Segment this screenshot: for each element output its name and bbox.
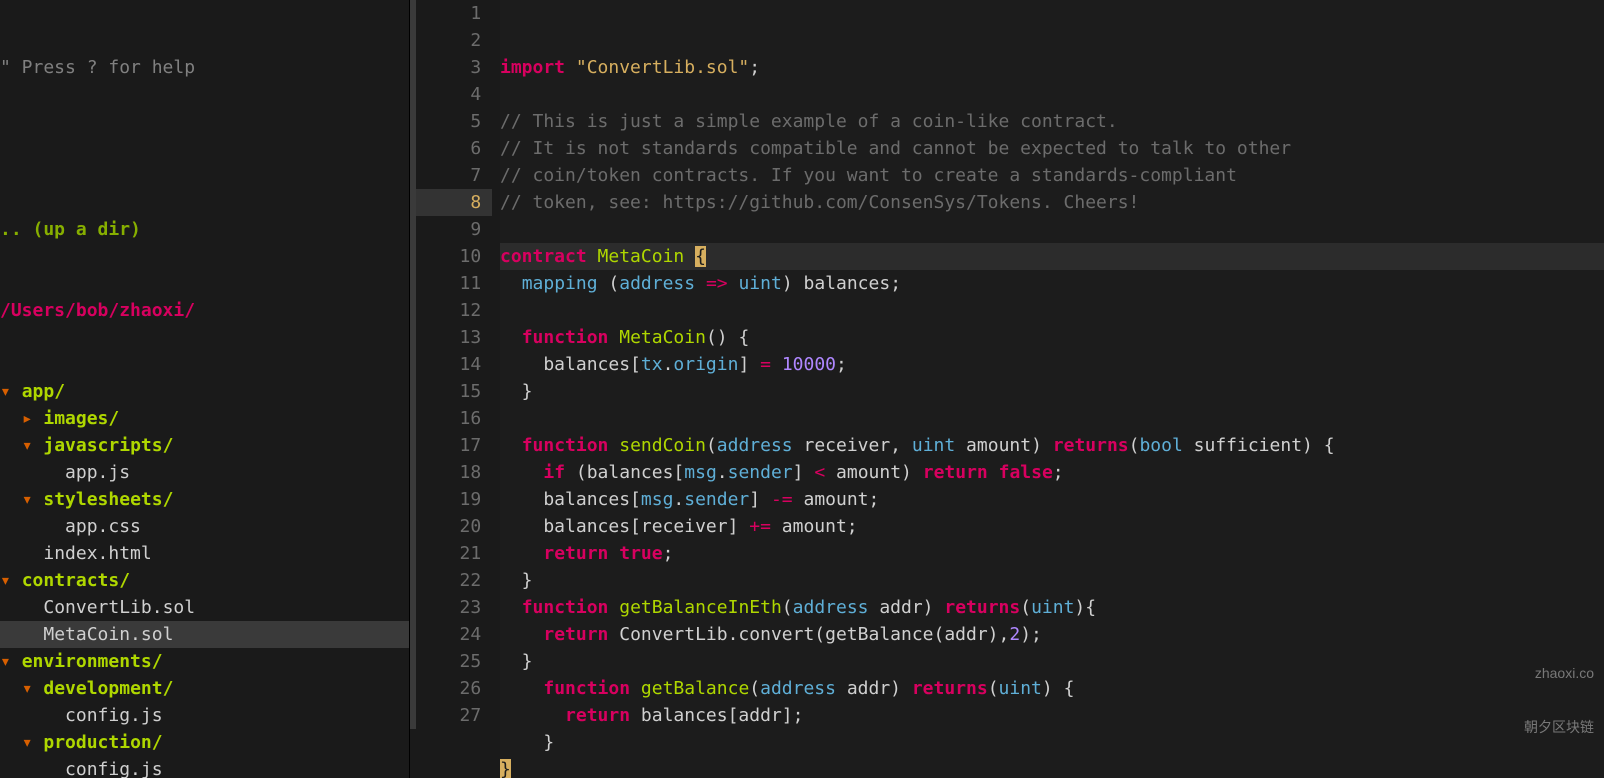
code-line[interactable]: return balances[addr]; bbox=[500, 702, 1604, 729]
cwd-path: /Users/bob/zhaoxi/ bbox=[0, 297, 409, 324]
code-line[interactable]: // token, see: https://github.com/Consen… bbox=[500, 189, 1604, 216]
line-number: 18 bbox=[410, 459, 492, 486]
line-number: 21 bbox=[410, 540, 492, 567]
tree-arrow-icon: ▸ bbox=[22, 408, 33, 429]
tree-arrow-icon: ▾ bbox=[0, 651, 11, 672]
tree-file[interactable]: index.html bbox=[0, 540, 409, 567]
tree-dir[interactable]: ▾ javascripts/ bbox=[0, 432, 409, 459]
tree-dir[interactable]: ▾ app/ bbox=[0, 378, 409, 405]
line-number: 20 bbox=[410, 513, 492, 540]
code-line[interactable]: } bbox=[500, 378, 1604, 405]
line-number: 9 bbox=[410, 216, 492, 243]
code-line[interactable]: balances[receiver] += amount; bbox=[500, 513, 1604, 540]
line-number: 27 bbox=[410, 702, 492, 729]
code-line[interactable]: return ConvertLib.convert(getBalance(add… bbox=[500, 621, 1604, 648]
tree-file[interactable]: ConvertLib.sol bbox=[0, 594, 409, 621]
tree-file[interactable]: config.js bbox=[0, 702, 409, 729]
tree-arrow-icon: ▾ bbox=[0, 381, 11, 402]
line-number: 8 bbox=[410, 189, 492, 216]
help-line: " Press ? for help bbox=[0, 54, 409, 81]
tree-file[interactable]: app.css bbox=[0, 513, 409, 540]
up-a-dir[interactable]: .. (up a dir) bbox=[0, 216, 409, 243]
code-line[interactable]: balances[msg.sender] -= amount; bbox=[500, 486, 1604, 513]
code-line[interactable]: function getBalanceInEth(address addr) r… bbox=[500, 594, 1604, 621]
tree-arrow-icon: ▾ bbox=[22, 489, 33, 510]
file-tree-sidebar[interactable]: " Press ? for help .. (up a dir) /Users/… bbox=[0, 0, 410, 778]
code-line[interactable]: if (balances[msg.sender] < amount) retur… bbox=[500, 459, 1604, 486]
line-number: 17 bbox=[410, 432, 492, 459]
line-number: 11 bbox=[410, 270, 492, 297]
line-number-gutter: 1 2 3 4 5 6 7 8 9 10 11 12 13 14 15 16 1… bbox=[410, 0, 500, 778]
tree-dir[interactable]: ▾ stylesheets/ bbox=[0, 486, 409, 513]
line-number: 19 bbox=[410, 486, 492, 513]
line-number: 23 bbox=[410, 594, 492, 621]
line-number: 24 bbox=[410, 621, 492, 648]
code-line[interactable]: import "ConvertLib.sol"; bbox=[500, 54, 1604, 81]
code-line[interactable]: balances[tx.origin] = 10000; bbox=[500, 351, 1604, 378]
code-line[interactable]: mapping (address => uint) balances; bbox=[500, 270, 1604, 297]
code-line[interactable]: } bbox=[500, 567, 1604, 594]
line-number: 3 bbox=[410, 54, 492, 81]
code-line[interactable]: contract MetaCoin { bbox=[500, 243, 1604, 270]
tree-dir[interactable]: ▾ environments/ bbox=[0, 648, 409, 675]
line-number: 26 bbox=[410, 675, 492, 702]
code-line[interactable] bbox=[500, 81, 1604, 108]
line-number: 12 bbox=[410, 297, 492, 324]
line-number: 22 bbox=[410, 567, 492, 594]
watermark: zhaoxi.co 朝夕区块链 bbox=[1524, 628, 1594, 772]
code-line[interactable] bbox=[500, 216, 1604, 243]
line-number: 7 bbox=[410, 162, 492, 189]
line-number: 1 bbox=[410, 0, 492, 27]
line-number: 13 bbox=[410, 324, 492, 351]
tree-file[interactable]: config.js bbox=[0, 756, 409, 778]
code-line[interactable]: return true; bbox=[500, 540, 1604, 567]
line-number: 6 bbox=[410, 135, 492, 162]
code-line[interactable]: function MetaCoin() { bbox=[500, 324, 1604, 351]
tree-dir[interactable]: ▾ development/ bbox=[0, 675, 409, 702]
line-number: 15 bbox=[410, 378, 492, 405]
tree-file[interactable]: MetaCoin.sol bbox=[0, 621, 409, 648]
code-line[interactable]: // This is just a simple example of a co… bbox=[500, 108, 1604, 135]
tree-dir[interactable]: ▾ contracts/ bbox=[0, 567, 409, 594]
code-line[interactable] bbox=[500, 405, 1604, 432]
code-editor[interactable]: import "ConvertLib.sol"; // This is just… bbox=[500, 0, 1604, 778]
code-line[interactable]: function getBalance(address addr) return… bbox=[500, 675, 1604, 702]
code-line[interactable]: } bbox=[500, 729, 1604, 756]
tree-arrow-icon: ▾ bbox=[0, 570, 11, 591]
line-number: 16 bbox=[410, 405, 492, 432]
line-number: 10 bbox=[410, 243, 492, 270]
code-line[interactable]: function sendCoin(address receiver, uint… bbox=[500, 432, 1604, 459]
line-number: 4 bbox=[410, 81, 492, 108]
code-line[interactable]: // It is not standards compatible and ca… bbox=[500, 135, 1604, 162]
tree-arrow-icon: ▾ bbox=[22, 435, 33, 456]
code-line[interactable] bbox=[500, 297, 1604, 324]
tree-file[interactable]: app.js bbox=[0, 459, 409, 486]
line-number: 25 bbox=[410, 648, 492, 675]
line-number: 14 bbox=[410, 351, 492, 378]
line-number: 2 bbox=[410, 27, 492, 54]
tree-dir[interactable]: ▾ production/ bbox=[0, 729, 409, 756]
code-line[interactable]: } bbox=[500, 648, 1604, 675]
tree-arrow-icon: ▾ bbox=[22, 732, 33, 753]
line-number: 5 bbox=[410, 108, 492, 135]
tree-dir[interactable]: ▸ images/ bbox=[0, 405, 409, 432]
code-line[interactable]: } bbox=[500, 756, 1604, 778]
code-line[interactable]: // coin/token contracts. If you want to … bbox=[500, 162, 1604, 189]
tree-arrow-icon: ▾ bbox=[22, 678, 33, 699]
